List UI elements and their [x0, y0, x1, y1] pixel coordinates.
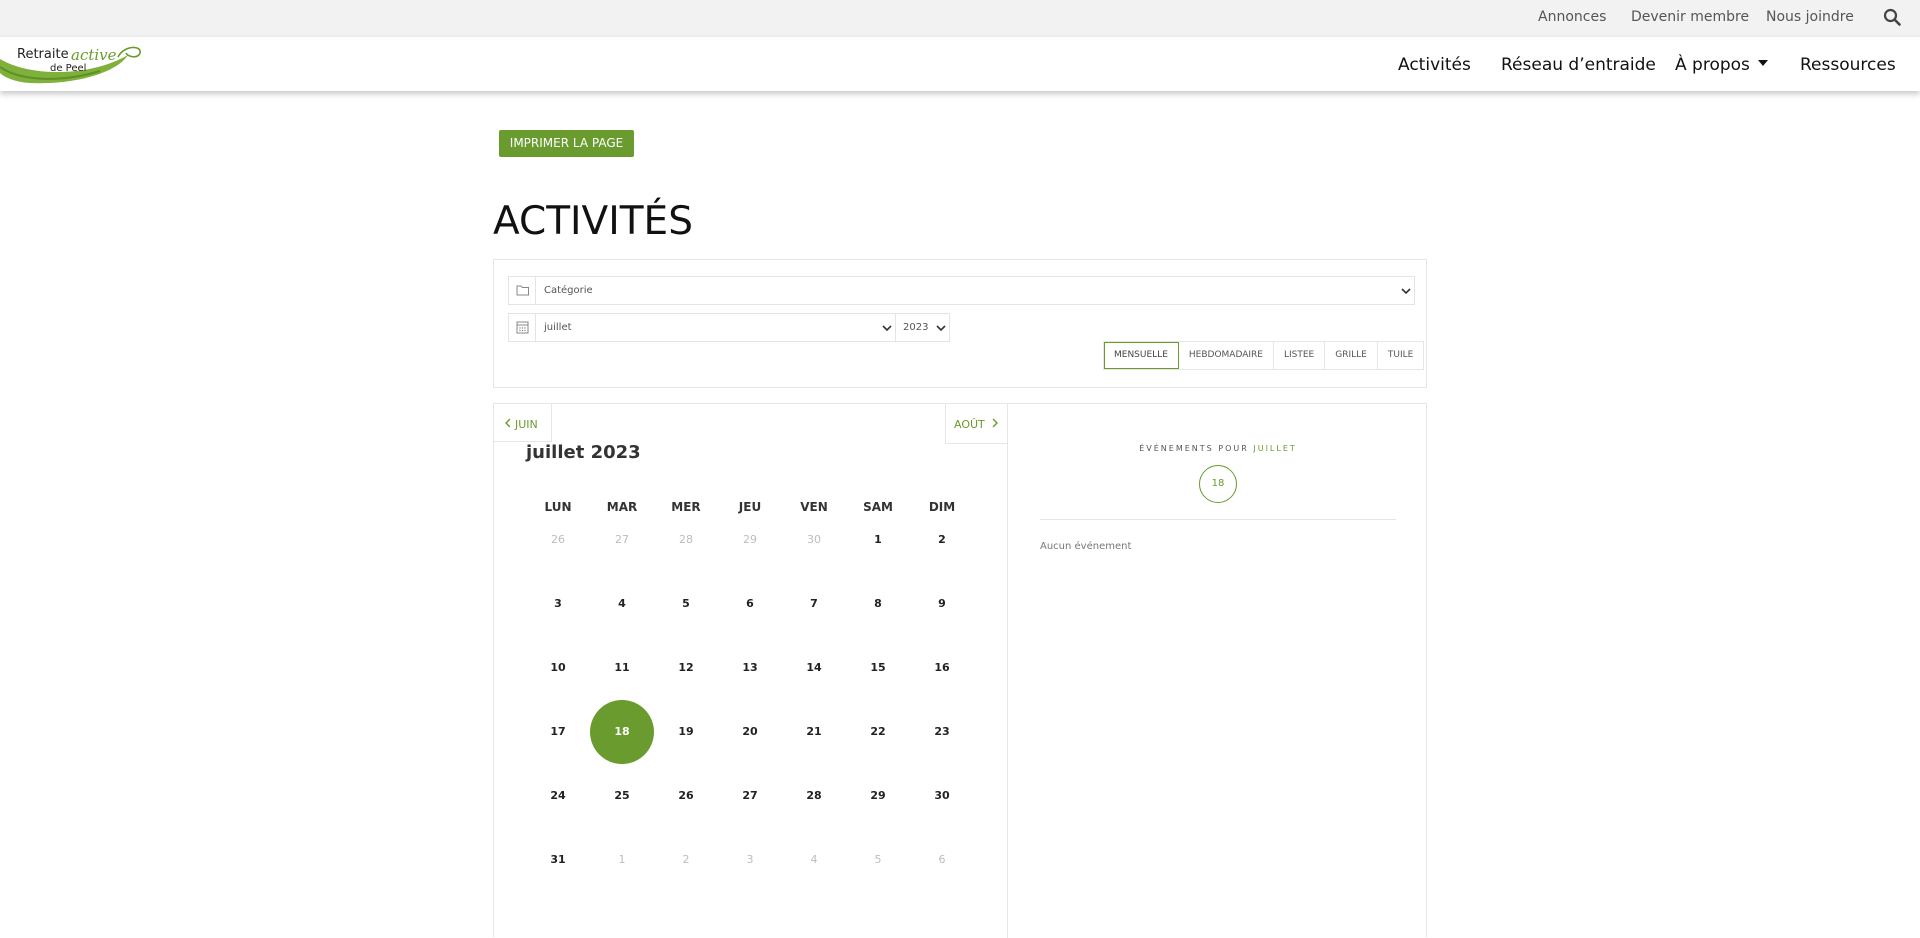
calendar-day[interactable]: 24	[526, 764, 590, 828]
events-heading: ÉVÉNEMENTS POUR JUILLET	[1008, 444, 1428, 453]
chevron-down-icon	[882, 325, 892, 332]
nav-item-ressources[interactable]: Ressources	[1800, 55, 1896, 75]
calendar-day[interactable]: 1	[846, 508, 910, 572]
chevron-down-icon	[936, 325, 946, 332]
chevron-right-icon	[992, 418, 998, 428]
calendar-month-title: juillet 2023	[526, 442, 641, 463]
calendar-day[interactable]: 23	[910, 700, 974, 764]
next-month-label: AOÛT	[954, 418, 985, 431]
no-events-text: Aucun événement	[1040, 541, 1132, 552]
topbar-link-nous-joindre[interactable]: Nous joindre	[1766, 9, 1854, 25]
nav-item-activites[interactable]: Activités	[1398, 55, 1471, 75]
top-utility-bar: Annonces Devenir membre Nous joindre	[0, 0, 1920, 37]
calendar-day[interactable]: 21	[782, 700, 846, 764]
events-divider	[1040, 519, 1396, 520]
page-title: ACTIVITÉS	[493, 199, 693, 244]
nav-item-reseau-entraide[interactable]: Réseau d’entraide	[1501, 55, 1656, 75]
events-panel: ÉVÉNEMENTS POUR JUILLET 18 Aucun événeme…	[1008, 404, 1428, 938]
print-page-button[interactable]: IMPRIMER LA PAGE	[499, 130, 634, 157]
month-select[interactable]: juillet	[508, 313, 896, 342]
calendar-day[interactable]: 29	[718, 508, 782, 572]
calendar-day[interactable]: 19	[654, 700, 718, 764]
view-tab-listee[interactable]: LISTEE	[1274, 342, 1326, 369]
chevron-down-icon	[1401, 288, 1411, 295]
calendar-day[interactable]: 26	[654, 764, 718, 828]
calendar-day[interactable]: 31	[526, 828, 590, 892]
view-tab-hebdomadaire[interactable]: HEBDOMADAIRE	[1179, 342, 1274, 369]
next-month-button[interactable]: AOÛT	[945, 404, 1008, 444]
selected-day-badge[interactable]: 18	[1199, 465, 1237, 503]
calendar-day[interactable]: 27	[590, 508, 654, 572]
chevron-left-icon	[505, 418, 511, 428]
calendar-panel: JUIN AOÛT juillet 2023 LUN MAR MER JEU V…	[493, 403, 1428, 938]
category-select[interactable]: Catégorie	[508, 276, 1415, 305]
events-heading-prefix: ÉVÉNEMENTS POUR	[1139, 444, 1249, 453]
calendar-day[interactable]: 29	[846, 764, 910, 828]
calendar-day[interactable]: 8	[846, 572, 910, 636]
calendar-day[interactable]: 2	[654, 828, 718, 892]
calendar-day[interactable]: 13	[718, 636, 782, 700]
logo-text-de-peel: de Peel	[50, 63, 87, 74]
calendar-day[interactable]: 15	[846, 636, 910, 700]
view-tab-grille[interactable]: GRILLE	[1325, 342, 1378, 369]
folder-icon	[509, 277, 536, 304]
caret-down-icon	[1757, 60, 1768, 66]
calendar-day[interactable]: 2	[910, 508, 974, 572]
logo-text-retraite: Retraite	[17, 47, 69, 62]
calendar-day[interactable]: 17	[526, 700, 590, 764]
calendar-day[interactable]: 28	[654, 508, 718, 572]
view-tab-tuile[interactable]: TUILE	[1378, 342, 1423, 369]
calendar-day[interactable]: 27	[718, 764, 782, 828]
calendar-day[interactable]: 3	[718, 828, 782, 892]
logo-text-active: active	[71, 46, 117, 64]
prev-month-label: JUIN	[515, 418, 538, 431]
nav-item-a-propos[interactable]: À propos	[1675, 55, 1768, 75]
calendar-day[interactable]: 3	[526, 572, 590, 636]
calendar-day[interactable]: 12	[654, 636, 718, 700]
nav-item-a-propos-label: À propos	[1675, 55, 1750, 75]
calendar-icon	[509, 314, 536, 341]
calendar-day[interactable]: 5	[846, 828, 910, 892]
calendar-day[interactable]: 14	[782, 636, 846, 700]
view-tab-mensuelle[interactable]: MENSUELLE	[1104, 342, 1179, 369]
site-header: Retraite active de Peel Activités Réseau…	[0, 37, 1920, 91]
year-select-value: 2023	[903, 322, 929, 333]
calendar-day[interactable]: 11	[590, 636, 654, 700]
topbar-link-devenir-membre[interactable]: Devenir membre	[1631, 9, 1749, 25]
search-icon[interactable]	[1883, 8, 1901, 26]
calendar-day[interactable]: 30	[910, 764, 974, 828]
calendar-day[interactable]: 16	[910, 636, 974, 700]
calendar-day[interactable]: 25	[590, 764, 654, 828]
events-heading-month: JUILLET	[1253, 444, 1297, 453]
year-select[interactable]: 2023	[895, 313, 950, 342]
calendar-month-view: JUIN AOÛT juillet 2023 LUN MAR MER JEU V…	[494, 404, 1008, 938]
calendar-day[interactable]: 4	[590, 572, 654, 636]
calendar-day[interactable]: 10	[526, 636, 590, 700]
calendar-day[interactable]: 20	[718, 700, 782, 764]
calendar-day[interactable]: 22	[846, 700, 910, 764]
calendar-day[interactable]: 6	[718, 572, 782, 636]
calendar-day[interactable]: 28	[782, 764, 846, 828]
category-select-value: Catégorie	[544, 285, 593, 296]
calendar-day[interactable]: 6	[910, 828, 974, 892]
calendar-day[interactable]: 7	[782, 572, 846, 636]
calendar-day[interactable]: 4	[782, 828, 846, 892]
calendar-day[interactable]: 9	[910, 572, 974, 636]
calendar-day[interactable]: 30	[782, 508, 846, 572]
calendar-day-selected[interactable]: 18	[590, 700, 654, 764]
calendar-day[interactable]: 5	[654, 572, 718, 636]
calendar-day[interactable]: 26	[526, 508, 590, 572]
view-switcher: MENSUELLE HEBDOMADAIRE LISTEE GRILLE TUI…	[1103, 341, 1425, 370]
prev-month-button[interactable]: JUIN	[494, 404, 552, 442]
month-select-value: juillet	[544, 322, 572, 333]
topbar-link-annonces[interactable]: Annonces	[1538, 9, 1606, 25]
site-logo[interactable]: Retraite active de Peel	[0, 37, 145, 87]
calendar-day[interactable]: 1	[590, 828, 654, 892]
